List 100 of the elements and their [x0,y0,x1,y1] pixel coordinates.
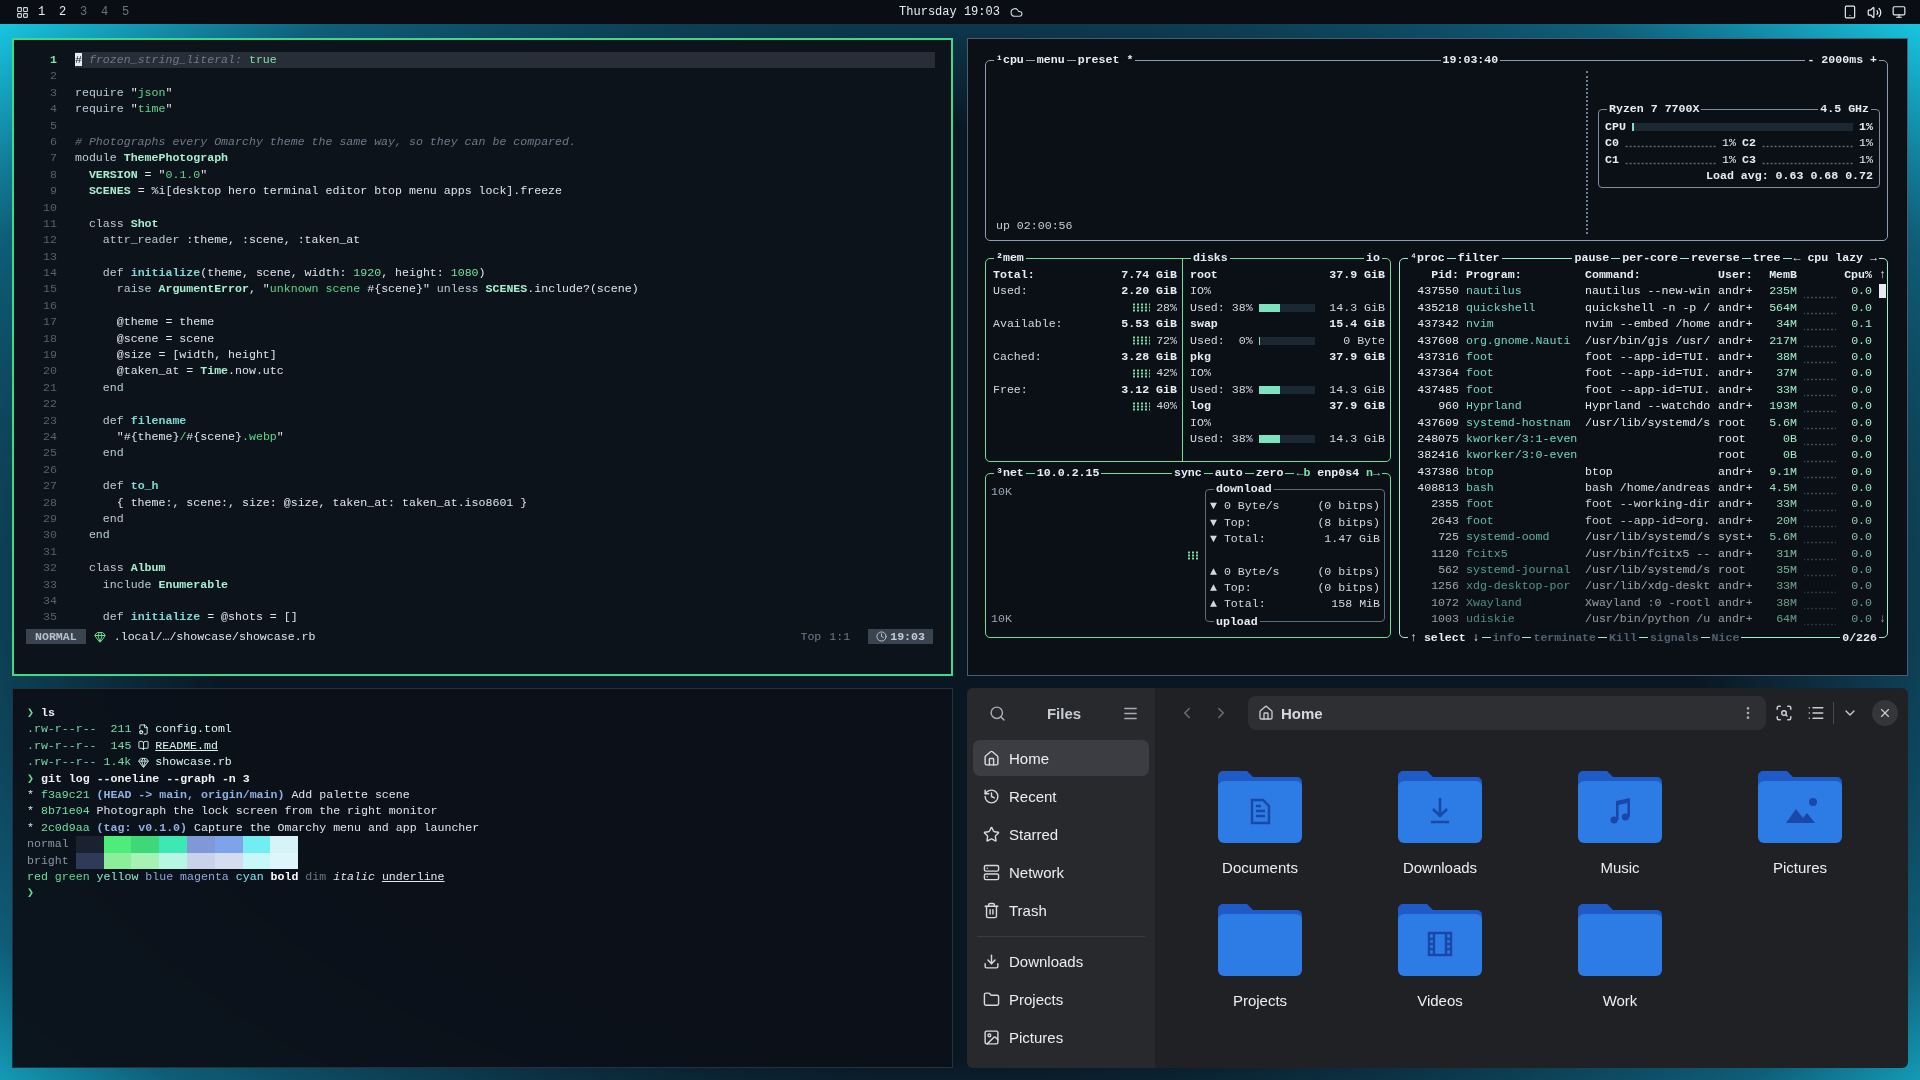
process-user: andr+ [1718,611,1754,628]
process-name: kworker/3:1-even [1466,430,1578,447]
folder-icon[interactable] [1218,904,1302,976]
scrollbar-thumb[interactable] [1879,284,1886,299]
line-number: 4 [49,101,58,118]
folder-label[interactable]: Work [1602,992,1638,1009]
column-header[interactable]: User: [1718,267,1760,284]
cursor-position: 1:1 [829,630,851,644]
sidebar-item[interactable]: Trash [973,892,1149,928]
disk-used-amount: 0 Byte [1343,332,1385,349]
code-line: @scene = scene [115,330,216,347]
net-stat-value: 1.47 GiB [1324,530,1380,547]
memory-label: Free: [993,381,1028,398]
process-name: nvim [1466,316,1495,333]
workspace-button[interactable]: 2 [54,5,71,19]
output-line: * f3a9c21 (HEAD -> main, origin/main) Add palette scene [27,786,410,803]
folder-label[interactable]: Videos [1417,992,1463,1009]
folder-label[interactable]: Downloads [1402,859,1478,876]
close-button[interactable] [1872,700,1898,726]
disk-used: Used: 38% [1190,299,1253,316]
disk-used: Used: 38% [1190,430,1253,447]
memory-label: Used: [993,283,1028,300]
process-id: 437316 [1416,348,1459,365]
prompt-symbol: ❯ [27,705,34,721]
workspace-button[interactable]: 1 [33,5,50,19]
workspace-button[interactable]: 3 [75,5,92,19]
process-cpu: 0.0 [1850,348,1872,365]
memory-label: Available: [993,316,1063,333]
clock-icon [983,787,1000,805]
monitor-icon[interactable] [1892,5,1906,19]
sidebar-item[interactable]: Projects [973,981,1149,1017]
sidebar-item[interactable]: Recent [973,778,1149,814]
mini-graph [1187,551,1199,560]
folder-label[interactable]: Music [1600,859,1640,876]
clock[interactable]: Thursday 19:03 [899,5,1000,19]
process-cpu: 0.0 [1850,447,1872,464]
trash-icon [983,901,1000,919]
folder-icon[interactable] [1578,904,1662,976]
process-name: kworker/3:0-even [1466,447,1578,464]
column-header[interactable]: MemB [1767,267,1797,284]
disk-used: Used: 38% [1190,381,1253,398]
process-memory: 64M [1775,611,1797,628]
process-command: /usr/lib/systemd/s [1585,414,1711,431]
download-folder-icon[interactable] [1398,771,1482,843]
process-id: 437485 [1416,381,1459,398]
code-line: require "time" [75,101,174,118]
line-number: 21 [42,379,58,396]
music-folder-icon[interactable] [1578,771,1662,843]
memory-label: Cached: [993,348,1042,365]
search-icon[interactable] [989,704,1006,722]
video-folder-icon[interactable] [1398,904,1482,976]
workspace-button[interactable]: 4 [96,5,113,19]
column-header[interactable]: Cpu% [1843,267,1872,284]
volume-icon[interactable] [1867,4,1882,20]
output-line: * 2c0d9aa (tag: v0.1.0) Capture the Omarchy menu and app launcher [27,819,480,836]
folder-label[interactable]: Projects [1232,992,1288,1009]
disk-size: 15.4 GiB [1329,316,1385,333]
scroll-down-arrow[interactable]: ↓ [1879,611,1886,628]
folder-label[interactable]: Documents [1222,859,1298,876]
tablet-icon[interactable] [1843,5,1857,19]
disk-used-amount: 14.3 GiB [1329,430,1385,447]
cloud-icon[interactable] [1009,5,1023,19]
list-view-icon[interactable] [1807,704,1825,722]
code-line: end [101,510,125,527]
sidebar-item[interactable]: Pictures [973,1019,1149,1055]
picture-folder-icon[interactable] [1758,771,1842,843]
document-folder-icon[interactable] [1218,771,1302,843]
line-number: 29 [42,510,58,527]
column-header[interactable]: Pid: [1406,267,1459,284]
search-icon[interactable] [1775,704,1793,722]
column-header[interactable]: Program: [1466,267,1578,284]
process-name: org.gnome.Nauti [1466,332,1572,349]
disk-used-amount: 14.3 GiB [1329,299,1385,316]
column-header[interactable]: Command: [1585,267,1711,284]
folder-label[interactable]: Pictures [1772,859,1828,876]
code-line: module ThemePhotograph [75,150,230,167]
cpu-label: CPU [1605,119,1626,135]
sidebar-item[interactable]: Starred [973,816,1149,852]
workspace-overview-icon[interactable] [16,5,29,19]
sidebar-item[interactable]: Home [973,740,1149,776]
process-user: andr+ [1718,398,1754,415]
process-name: foot [1466,496,1495,513]
core-label: C0 [1605,135,1619,152]
output-line: * 8b71e04 Photograph the lock screen from the right monitor [27,803,438,820]
sidebar-item[interactable]: Downloads [973,943,1149,979]
line-number: 32 [42,560,58,577]
location-bar[interactable]: Home [1248,696,1766,730]
process-id: 248075 [1416,430,1459,447]
workspace-button[interactable]: 5 [117,5,134,19]
line-number: 15 [42,281,58,298]
process-command: /usr/lib/xdg-deskt [1585,578,1711,595]
process-user: syst+ [1718,529,1754,546]
process-command: foot --app-id=org. [1585,512,1711,529]
process-id: 1072 [1430,594,1459,611]
process-id: 437386 [1416,463,1459,480]
sidebar-item[interactable]: Network [973,854,1149,890]
scroll-up-arrow[interactable]: ↑ [1879,267,1886,284]
process-memory: 217M [1768,332,1797,349]
memory-value: 3.28 GiB [1121,348,1177,365]
process-memory: 564M [1768,299,1797,316]
